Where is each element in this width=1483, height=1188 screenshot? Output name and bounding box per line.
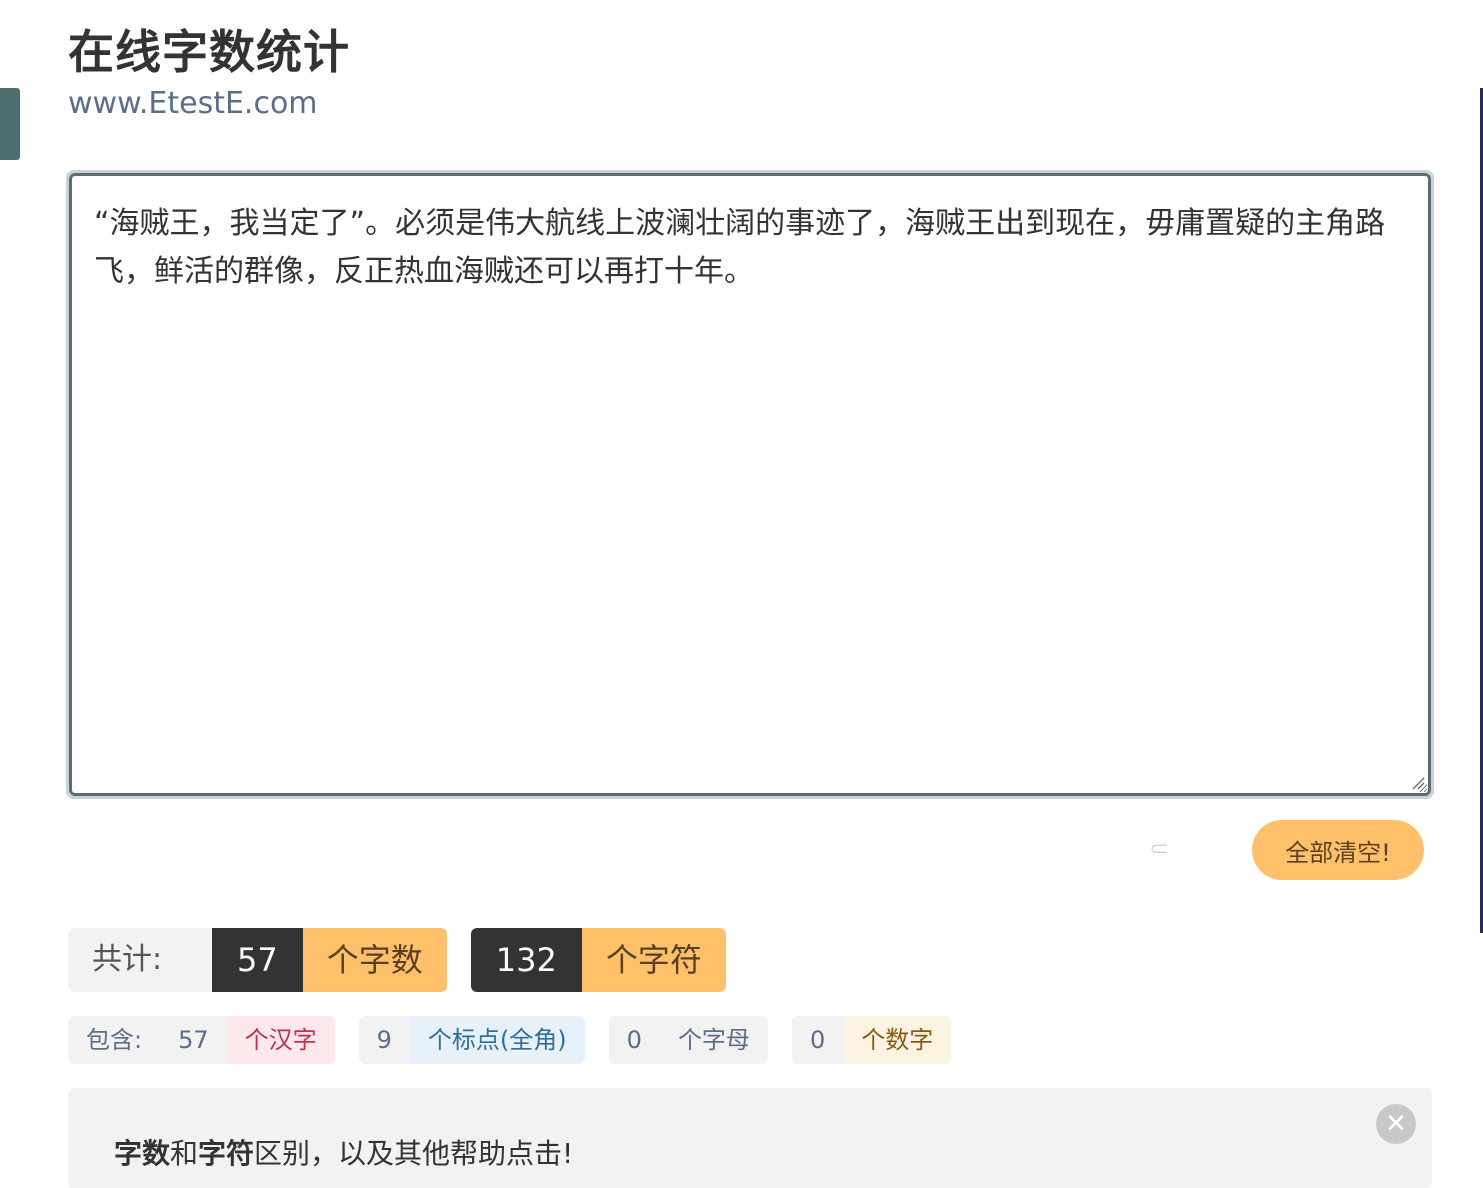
site-url[interactable]: www.EtestE.com [68,84,350,124]
clear-all-button[interactable]: 全部清空! [1252,820,1424,880]
breakdown-letters: 0 个字母 [608,1016,768,1064]
help-term-words: 字数 [114,1137,171,1170]
digits-unit: 个数字 [843,1016,952,1064]
hanzi-unit: 个汉字 [226,1016,335,1064]
side-tab[interactable] [0,88,20,160]
text-input-area[interactable]: “海贼王，我当定了”。必须是伟大航线上波澜壮阔的事迹了，海贼王出到现在，毋庸置疑… [69,173,1431,796]
totals-label: 共计: [68,928,212,992]
word-count-pill: 57 个字数 [212,928,447,992]
punctuation-unit: 个标点(全角) [409,1016,585,1064]
breakdown-digits: 0 个数字 [791,1016,952,1064]
resize-grip-icon[interactable] [1411,776,1425,790]
close-icon[interactable]: ✕ [1376,1104,1416,1144]
help-rest: 区别，以及其他帮助点击! [254,1137,574,1170]
breakdown-hanzi: 包含: 57 个汉字 [68,1016,335,1064]
letters-unit: 个字母 [659,1016,768,1064]
char-count-value: 132 [470,928,582,992]
breakdown-row: 包含: 57 个汉字 9 个标点(全角) 0 个字母 0 个数字 [68,1016,975,1064]
hanzi-count: 57 [160,1016,227,1064]
help-link[interactable]: 字数和字符区别，以及其他帮助点击! [114,1132,573,1172]
loading-spinner-icon: ⸦ [1146,835,1173,865]
help-term-chars: 字符 [198,1137,255,1170]
header: 在线字数统计 www.EtestE.com [68,22,350,124]
char-count-pill: 132 个字符 [470,928,726,992]
breakdown-label: 包含: [68,1016,161,1064]
punctuation-count: 9 [358,1016,410,1064]
digits-count: 0 [791,1016,844,1064]
word-count-value: 57 [212,928,303,992]
letters-count: 0 [608,1016,660,1064]
breakdown-punctuation: 9 个标点(全角) [358,1016,585,1064]
help-connector: 和 [170,1137,199,1170]
totals-row: 共计: 57 个字数 132 个字符 [68,928,726,992]
help-panel: 字数和字符区别，以及其他帮助点击! ✕ [68,1088,1432,1188]
char-count-unit: 个字符 [581,928,726,992]
word-count-unit: 个字数 [302,928,447,992]
page-title: 在线字数统计 [68,25,350,79]
editor-container: “海贼王，我当定了”。必须是伟大航线上波澜壮阔的事迹了，海贼王出到现在，毋庸置疑… [66,170,1434,799]
